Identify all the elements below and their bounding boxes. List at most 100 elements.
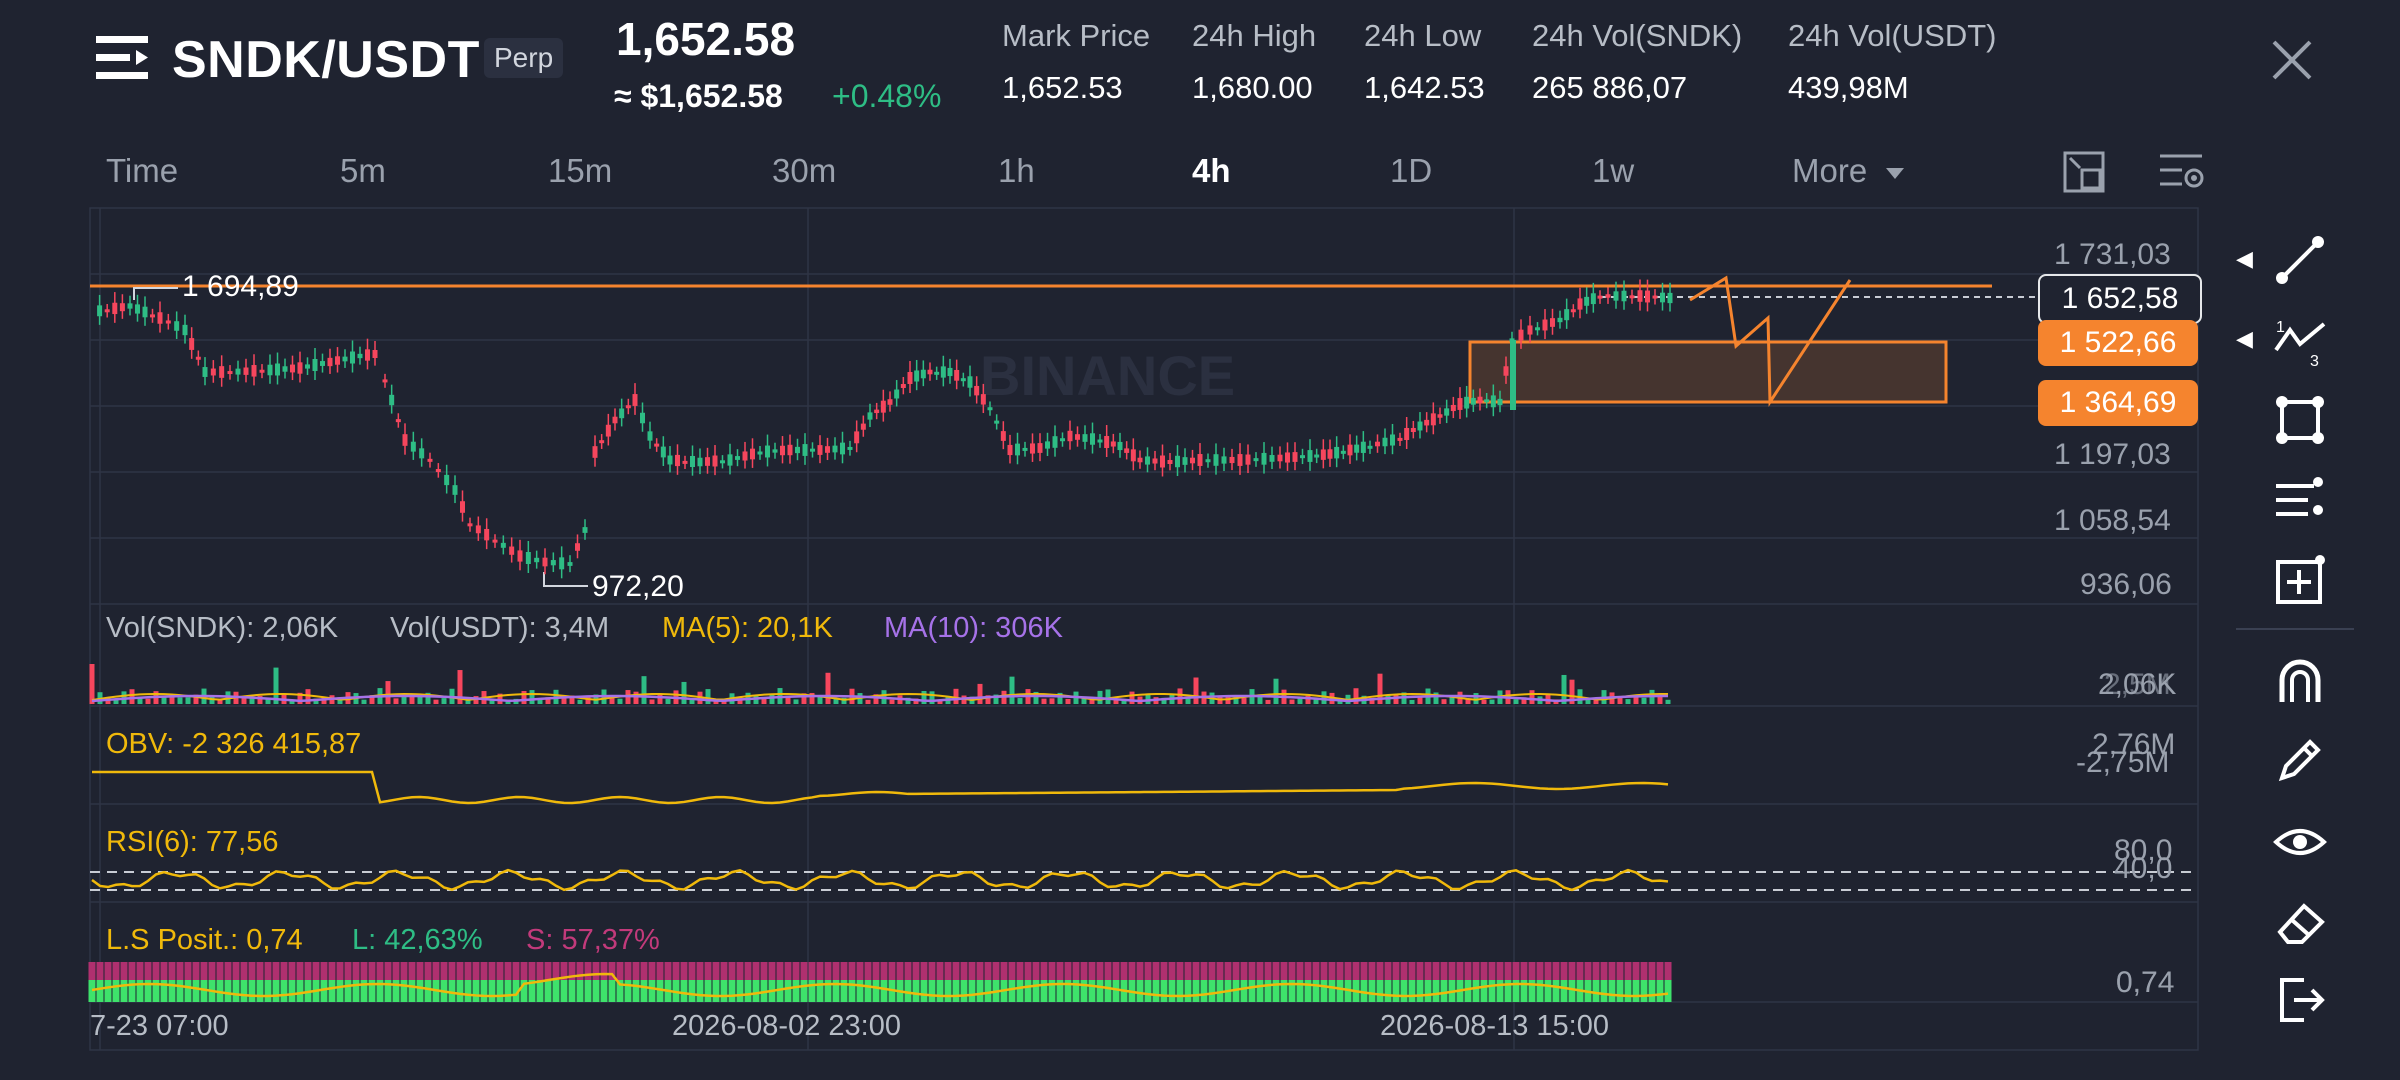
candle-body <box>654 443 660 447</box>
candle-body <box>735 456 740 460</box>
ls-bar-long <box>352 980 360 1002</box>
ls-bar-long <box>1568 980 1576 1002</box>
zone-bottom-badge[interactable]: 1 364,69 <box>2038 380 2198 426</box>
ls-bar-short <box>784 962 792 980</box>
ls-bar-short <box>1048 962 1056 980</box>
interval-30m[interactable]: 30m <box>772 152 836 190</box>
interval-1w[interactable]: 1w <box>1592 152 1634 190</box>
high-marker-line <box>133 287 178 300</box>
volume-bar <box>1289 699 1295 704</box>
menu-icon[interactable] <box>96 34 148 82</box>
volume-bar <box>225 691 231 704</box>
magnet-icon[interactable] <box>2272 652 2328 708</box>
ls-bar-long <box>1304 980 1312 1002</box>
candle-body <box>267 364 273 376</box>
interval-more[interactable]: More <box>1792 152 1906 190</box>
candle-body <box>127 303 133 309</box>
ls-bar-long <box>864 980 872 1002</box>
volume-bar <box>937 699 943 704</box>
candle-body <box>517 550 523 562</box>
ls-bar-long <box>552 980 560 1002</box>
target-zone-rect[interactable] <box>1468 340 1948 404</box>
wave-tool-icon[interactable]: 1 3 <box>2272 312 2328 368</box>
ls-bar-short <box>352 962 360 980</box>
candle-body <box>1450 404 1456 412</box>
ls-bar-long <box>368 980 376 1002</box>
interval-4h[interactable]: 4h <box>1192 152 1231 190</box>
interval-15m[interactable]: 15m <box>548 152 612 190</box>
ls-bar-long <box>1584 980 1592 1002</box>
volume-bar <box>1537 696 1543 704</box>
exit-drawing-icon[interactable] <box>2272 972 2328 1028</box>
volume-bar <box>377 688 383 704</box>
ls-bar-short <box>1504 962 1512 980</box>
ls-bar-short <box>1160 962 1168 980</box>
ls-bar-long <box>1208 980 1216 1002</box>
close-icon[interactable] <box>2268 36 2316 84</box>
trendline-tool-icon[interactable] <box>2272 232 2328 288</box>
fullscreen-icon[interactable] <box>2062 150 2106 194</box>
ls-bar-short <box>1296 962 1304 980</box>
symbol-title[interactable]: SNDK/USDT <box>172 30 480 90</box>
eraser-icon[interactable] <box>2272 894 2328 950</box>
ls-bar-short <box>968 962 976 980</box>
volume-bar <box>393 698 399 704</box>
ls-bar-short <box>296 962 304 980</box>
candle-body <box>1477 396 1483 404</box>
candle-body <box>320 361 325 366</box>
projection-path[interactable] <box>1689 275 1852 407</box>
ls-bar-long <box>1640 980 1648 1002</box>
candle-body <box>1182 457 1188 465</box>
ls-bar-short <box>624 962 632 980</box>
ls-bar-long <box>1592 980 1600 1002</box>
candle-body <box>104 309 110 313</box>
candle-body <box>1410 427 1416 433</box>
eye-icon[interactable] <box>2272 814 2328 870</box>
ls-bar-short <box>384 962 392 980</box>
chart-settings-icon[interactable] <box>2158 150 2206 194</box>
perp-badge: Perp <box>484 38 564 78</box>
volume-bar <box>297 692 303 704</box>
ls-bar-long <box>424 980 432 1002</box>
interval-time[interactable]: Time <box>106 152 178 190</box>
volume-bar <box>865 699 871 704</box>
ls-bar-short <box>1552 962 1560 980</box>
ls-bar-long <box>912 980 920 1002</box>
candle-body <box>1007 444 1013 456</box>
candle-body <box>1097 439 1103 443</box>
volume-bar <box>441 698 447 704</box>
zone-top-badge[interactable]: 1 522,66 <box>2038 320 2198 366</box>
candle-body <box>567 562 573 566</box>
shape-tool-icon[interactable] <box>2272 392 2328 448</box>
candle-body <box>1060 438 1065 442</box>
pencil-icon[interactable] <box>2272 732 2328 788</box>
add-drawing-icon[interactable] <box>2272 552 2328 608</box>
volume-bar <box>721 699 727 704</box>
ls-bar-long <box>608 980 616 1002</box>
ls-bar-short <box>664 962 672 980</box>
ls-bar-long <box>240 980 248 1002</box>
volume-bar <box>185 697 191 704</box>
interval-1h[interactable]: 1h <box>998 152 1035 190</box>
volume-bar <box>841 697 847 704</box>
ls-bar-long <box>376 980 384 1002</box>
volume-bar <box>369 695 375 704</box>
ls-bar-short <box>976 962 984 980</box>
ls-bar-short <box>768 962 776 980</box>
volume-bar <box>1129 691 1135 704</box>
volume-bar <box>1553 699 1559 704</box>
ls-bar-long <box>1480 980 1488 1002</box>
ls-bar-short <box>1664 962 1672 980</box>
ls-bar-long <box>528 980 536 1002</box>
candle-body <box>1375 441 1380 447</box>
fibonacci-tool-icon[interactable] <box>2272 472 2328 528</box>
ls-bar-short <box>240 962 248 980</box>
ls-bar-short <box>1384 962 1392 980</box>
interval-5m[interactable]: 5m <box>340 152 386 190</box>
candle-body <box>900 384 906 388</box>
ls-bar-long <box>1352 980 1360 1002</box>
ls-bar-long <box>488 980 496 1002</box>
interval-1d[interactable]: 1D <box>1390 152 1432 190</box>
volume-bar <box>321 697 327 704</box>
volume-axis-label: 2,5M <box>2104 668 2171 701</box>
